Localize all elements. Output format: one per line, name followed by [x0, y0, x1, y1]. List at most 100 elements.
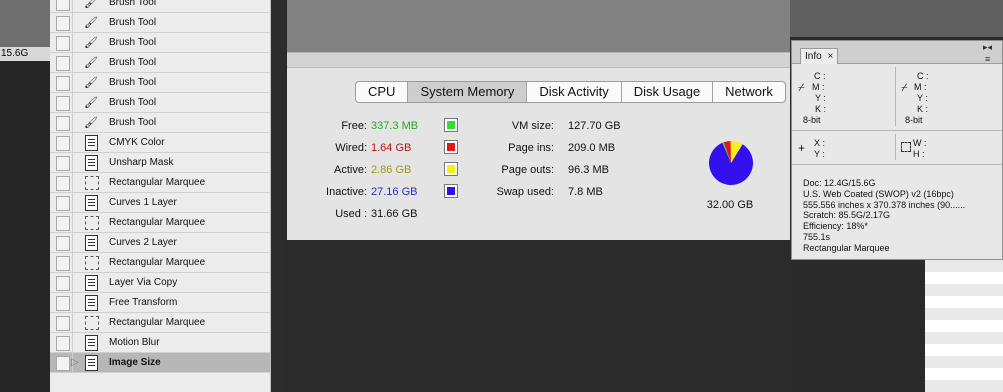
history-item[interactable]: Curves 1 Layer	[50, 193, 270, 213]
bit-depth-label: 8-bit	[803, 115, 821, 125]
column-divider	[72, 0, 73, 13]
history-item[interactable]: 🖌 Brush Tool	[50, 13, 270, 33]
document-icon	[85, 275, 98, 291]
history-item[interactable]: Rectangular Marquee	[50, 253, 270, 273]
vm-label: Page ins:	[508, 142, 554, 154]
brush-icon: 🖌	[84, 37, 98, 49]
history-snapshot-checkbox[interactable]	[56, 296, 70, 311]
vm-label: VM size:	[511, 120, 554, 132]
tab-disk-activity[interactable]: Disk Activity	[527, 82, 622, 102]
history-item[interactable]: CMYK Color	[50, 133, 270, 153]
history-snapshot-checkbox[interactable]	[56, 76, 70, 91]
eyedropper-icon: ⌿	[798, 82, 805, 94]
history-snapshot-checkbox[interactable]	[56, 136, 70, 151]
marquee-icon	[85, 256, 99, 270]
yellow-label: Y :	[917, 93, 928, 103]
history-item-label: Brush Tool	[109, 117, 157, 128]
black-label: K :	[815, 104, 827, 114]
panel-gap	[271, 0, 285, 392]
current-tool-line: Rectangular Marquee	[803, 242, 890, 253]
history-snapshot-checkbox[interactable]	[56, 156, 70, 171]
memory-value: 27.16 GB	[371, 186, 418, 198]
history-item-label: Unsharp Mask	[109, 157, 174, 168]
history-item[interactable]: 🖌 Brush Tool	[50, 73, 270, 93]
history-item-label: Rectangular Marquee	[109, 177, 206, 188]
memory-color-swatch[interactable]	[444, 140, 458, 154]
document-icon	[85, 195, 98, 211]
document-info-text: Doc: 12.4G/15.6G U.S. Web Coated (SWOP) …	[803, 178, 965, 254]
vm-value: 209.0 MB	[568, 142, 616, 154]
history-item-label: Rectangular Marquee	[109, 217, 206, 228]
history-snapshot-checkbox[interactable]	[56, 16, 70, 31]
vm-value: 7.8 MB	[568, 186, 603, 198]
column-divider	[72, 33, 73, 53]
column-divider	[72, 73, 73, 93]
vm-label: Swap used:	[496, 186, 554, 198]
activity-monitor-panel: CPU System Memory Disk Activity Disk Usage N…	[287, 52, 790, 241]
document-icon	[85, 295, 98, 311]
tab-info[interactable]: Info ×	[800, 48, 839, 64]
history-snapshot-checkbox[interactable]	[56, 336, 70, 351]
history-item-label: Rectangular Marquee	[109, 317, 206, 328]
memory-color-swatch[interactable]	[444, 162, 458, 176]
column-divider	[72, 253, 73, 273]
marquee-icon	[85, 216, 99, 230]
history-snapshot-checkbox[interactable]	[56, 236, 70, 251]
history-snapshot-checkbox[interactable]	[56, 176, 70, 191]
collapse-icon[interactable]: ▸◂	[983, 42, 992, 53]
history-snapshot-checkbox[interactable]	[56, 356, 70, 371]
memory-stats: Free: 337.3 MB Wired: 1.64 GB Active: 2.86 GB…	[287, 118, 487, 229]
memory-color-swatch[interactable]	[444, 184, 458, 198]
history-item-label: CMYK Color	[109, 137, 165, 148]
history-item[interactable]: Rectangular Marquee	[50, 213, 270, 233]
history-snapshot-checkbox[interactable]	[56, 0, 70, 11]
column-divider	[72, 153, 73, 173]
tab-cpu[interactable]: CPU	[356, 82, 409, 102]
history-item[interactable]: 🖌 Brush Tool	[50, 0, 270, 13]
tab-network[interactable]: Network	[713, 82, 785, 102]
history-item[interactable]: Unsharp Mask	[50, 153, 270, 173]
history-item[interactable]: Motion Blur	[50, 333, 270, 353]
tab-system-memory[interactable]: System Memory	[408, 82, 528, 102]
history-item-label: Brush Tool	[109, 37, 157, 48]
marquee-icon	[85, 316, 99, 330]
history-item[interactable]: Rectangular Marquee	[50, 173, 270, 193]
history-snapshot-checkbox[interactable]	[56, 276, 70, 291]
document-icon	[85, 355, 98, 371]
magenta-label: M :	[914, 82, 927, 92]
dark-canvas-area	[285, 240, 790, 392]
history-snapshot-checkbox[interactable]	[56, 216, 70, 231]
history-snapshot-checkbox[interactable]	[56, 316, 70, 331]
memory-value: 1.64 GB	[371, 142, 412, 154]
history-snapshot-checkbox[interactable]	[56, 116, 70, 131]
history-snapshot-checkbox[interactable]	[56, 36, 70, 51]
history-item-label: Brush Tool	[109, 77, 157, 88]
memory-label: Inactive:	[326, 186, 367, 198]
column-divider	[72, 173, 73, 193]
history-snapshot-checkbox[interactable]	[56, 56, 70, 71]
tab-disk-usage[interactable]: Disk Usage	[622, 82, 714, 102]
close-icon[interactable]: ×	[827, 51, 833, 62]
total-memory-label: 32.00 GB	[706, 199, 754, 211]
history-item[interactable]: 🖌 Brush Tool	[50, 33, 270, 53]
section-divider	[895, 67, 896, 126]
vm-label: Page outs:	[501, 164, 554, 176]
y-label: Y :	[814, 149, 825, 159]
history-item[interactable]: 🖌 Brush Tool	[50, 93, 270, 113]
history-item[interactable]: ▷ Image Size	[50, 353, 270, 373]
history-snapshot-checkbox[interactable]	[56, 196, 70, 211]
history-item[interactable]: Layer Via Copy	[50, 273, 270, 293]
history-item[interactable]: 🖌 Brush Tool	[50, 53, 270, 73]
column-divider	[72, 213, 73, 233]
magenta-label: M :	[812, 82, 825, 92]
document-icon	[85, 235, 98, 251]
history-snapshot-checkbox[interactable]	[56, 96, 70, 111]
history-snapshot-checkbox[interactable]	[56, 256, 70, 271]
history-item[interactable]: 🖌 Brush Tool	[50, 113, 270, 133]
history-item[interactable]: Curves 2 Layer	[50, 233, 270, 253]
history-item[interactable]: Rectangular Marquee	[50, 313, 270, 333]
crosshair-icon: +	[798, 141, 806, 155]
history-item[interactable]: Free Transform	[50, 293, 270, 313]
document-icon	[85, 155, 98, 171]
memory-color-swatch[interactable]	[444, 118, 458, 132]
